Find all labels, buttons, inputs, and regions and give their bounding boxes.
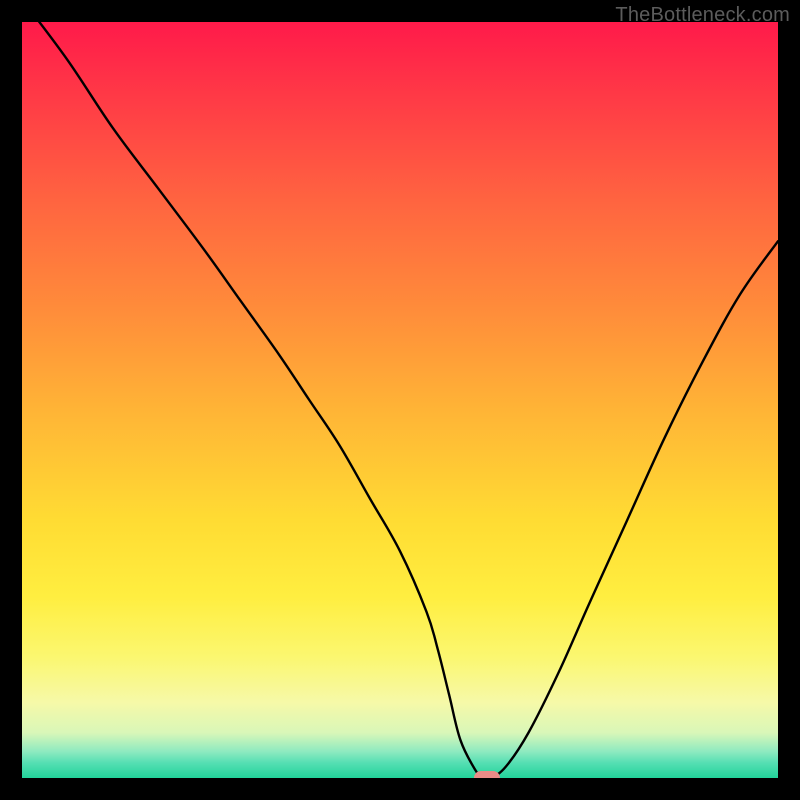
- watermark-text: TheBottleneck.com: [615, 4, 790, 27]
- minimum-marker: [474, 771, 500, 778]
- chart-frame: TheBottleneck.com: [0, 0, 800, 800]
- curve-path: [22, 22, 778, 778]
- bottleneck-curve: [22, 22, 778, 778]
- plot-area: [22, 22, 778, 778]
